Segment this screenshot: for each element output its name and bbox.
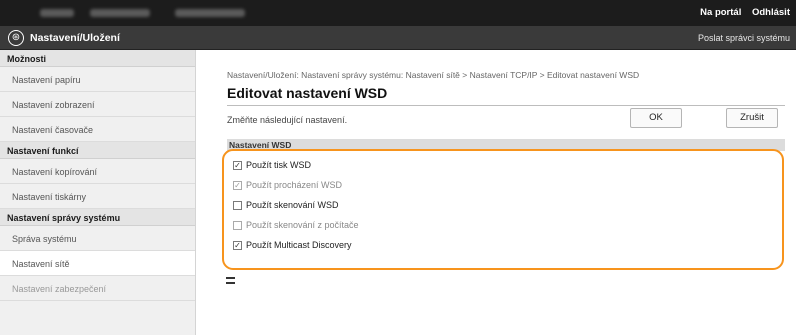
option-label: Použít skenování z počítače	[246, 220, 359, 230]
option-wsd-browse[interactable]: ✓ Použít procházení WSD	[233, 178, 342, 192]
option-scan-from-computer[interactable]: Použít skenování z počítače	[233, 218, 359, 232]
checkbox-checked-disabled-icon[interactable]: ✓	[233, 180, 242, 190]
portal-link[interactable]: Na portál	[700, 7, 741, 18]
app-header: ⊛ Nastavení/Uložení Poslat správci systé…	[0, 26, 796, 50]
sidebar-item-paper[interactable]: Nastavení papíru	[0, 67, 195, 92]
blurred-text	[90, 9, 150, 17]
option-multicast-discovery[interactable]: ✓ Použít Multicast Discovery	[233, 238, 352, 252]
title-divider	[227, 105, 785, 106]
sidebar-item-copy[interactable]: Nastavení kopírování	[0, 159, 195, 184]
collapse-up-icon[interactable]	[226, 277, 235, 284]
sidebar-item-printer[interactable]: Nastavení tiskárny	[0, 184, 195, 209]
sidebar-item-display[interactable]: Nastavení zobrazení	[0, 92, 195, 117]
checkbox-unchecked-icon[interactable]	[233, 200, 242, 210]
page-title: Editovat nastavení WSD	[227, 85, 388, 101]
option-label: Použít Multicast Discovery	[246, 240, 352, 250]
blurred-text	[175, 9, 245, 17]
option-label: Použít tisk WSD	[246, 160, 312, 170]
sidebar-heading-options: Možnosti	[0, 50, 195, 67]
option-wsd-scan[interactable]: Použít skenování WSD	[233, 198, 339, 212]
top-bar: Na portál Odhlásit	[0, 0, 796, 26]
instruction-text: Změňte následující nastavení.	[227, 115, 348, 125]
top-links: Na portál Odhlásit	[692, 7, 790, 18]
sidebar-heading-system: Nastavení správy systému	[0, 209, 195, 226]
option-label: Použít procházení WSD	[246, 180, 343, 190]
sidebar-heading-functions: Nastavení funkcí	[0, 142, 195, 159]
main-content: Nastavení/Uložení: Nastavení správy syst…	[197, 50, 796, 335]
send-to-admin-link[interactable]: Poslat správci systému	[698, 33, 790, 43]
cancel-button[interactable]: Zrušit	[726, 108, 778, 128]
sidebar: Možnosti Nastavení papíru Nastavení zobr…	[0, 50, 196, 335]
breadcrumb: Nastavení/Uložení: Nastavení správy syst…	[227, 70, 640, 80]
checkbox-unchecked-disabled-icon[interactable]	[233, 220, 242, 230]
sidebar-item-network[interactable]: Nastavení sítě	[0, 251, 195, 276]
option-wsd-print[interactable]: ✓ Použít tisk WSD	[233, 158, 311, 172]
logout-link[interactable]: Odhlásit	[752, 7, 790, 18]
app-title: Nastavení/Uložení	[30, 32, 120, 44]
checkbox-checked-icon[interactable]: ✓	[233, 160, 242, 170]
sidebar-item-system-management[interactable]: Správa systému	[0, 226, 195, 251]
sidebar-item-timer[interactable]: Nastavení časovače	[0, 117, 195, 142]
option-label: Použít skenování WSD	[246, 200, 339, 210]
ok-button[interactable]: OK	[630, 108, 682, 128]
checkbox-checked-icon[interactable]: ✓	[233, 240, 242, 250]
settings-logo-icon: ⊛	[8, 30, 24, 46]
blurred-text	[40, 9, 74, 17]
sidebar-item-security[interactable]: Nastavení zabezpečení	[0, 276, 195, 301]
